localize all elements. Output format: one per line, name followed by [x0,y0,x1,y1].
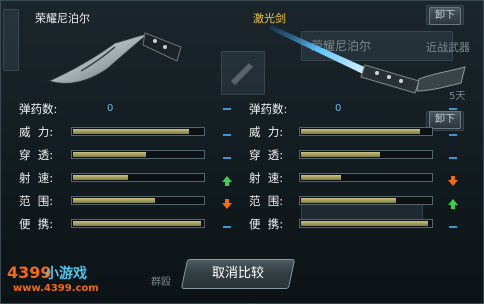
left-stat-label: 射 速: [19,171,54,185]
right-stat-label: 范 围: [249,194,284,208]
left-stat-bar [71,196,205,205]
left-ammo-value: 0 [107,103,114,114]
left-stat-bar [71,150,205,159]
left-ammo-label: 弹药数: [19,102,58,116]
left-ammo-equal-icon [223,108,231,110]
right-stat-bar-fill [301,175,341,180]
left-weapon-image [47,32,182,84]
right-equal-dash-icon [447,149,459,161]
right-ammo-label: 弹药数: [249,102,288,116]
right-ammo-value: 0 [335,103,342,114]
right-ammo-equal-icon [449,108,457,110]
right-equal-dash-icon [447,126,459,138]
right-stat-bar [299,173,433,182]
compare-dialog: { "left": { "weapon_name": "荣耀尼泊尔", "amm… [0,0,484,304]
bg-knife-icon [231,63,253,85]
left-stat-label: 便 携: [19,217,54,231]
right-stat-label: 穿 透: [249,148,284,162]
right-stat-bar [299,127,433,136]
left-stat-bar [71,173,205,182]
left-stat-label: 穿 透: [19,148,54,162]
bg-side-tab [3,9,19,71]
right-arrow-up-icon [447,195,459,209]
right-arrow-down-icon [447,172,459,186]
watermark-url: www.4399.com [13,283,99,294]
left-stat-bar-fill [73,198,155,203]
right-stat-bar-fill [301,129,420,134]
right-stat-label: 威 力: [249,125,284,139]
right-stat-bar [299,196,433,205]
bg-text-bottom: 群殴 [151,277,171,288]
left-equal-dash-icon [221,149,233,161]
left-equal-dash-icon [221,218,233,230]
left-stat-bar-fill [73,175,128,180]
left-stat-bar [71,219,205,228]
left-stat-label: 威 力: [19,125,54,139]
left-weapon-name: 荣耀尼泊尔 [35,12,90,25]
right-stat-bar-fill [301,198,396,203]
left-stat-bar [71,127,205,136]
left-stat-bar-fill [73,129,189,134]
left-stat-label: 范 围: [19,194,54,208]
left-arrow-down-icon [221,195,233,209]
right-weapon-image [269,25,466,94]
right-stat-bar [299,150,433,159]
right-stat-bar-fill [301,221,428,226]
left-equal-dash-icon [221,126,233,138]
left-arrow-up-icon [221,172,233,186]
right-stat-bar [299,219,433,228]
right-equal-dash-icon [447,218,459,230]
watermark-text: 小游戏 [45,266,87,282]
left-stat-bar-fill [73,152,146,157]
cancel-compare-label[interactable]: 取消比较 [184,259,292,289]
right-stat-label: 便 携: [249,217,284,231]
left-stat-bar-fill [73,221,201,226]
right-stat-bar-fill [301,152,380,157]
right-stat-label: 射 速: [249,171,284,185]
